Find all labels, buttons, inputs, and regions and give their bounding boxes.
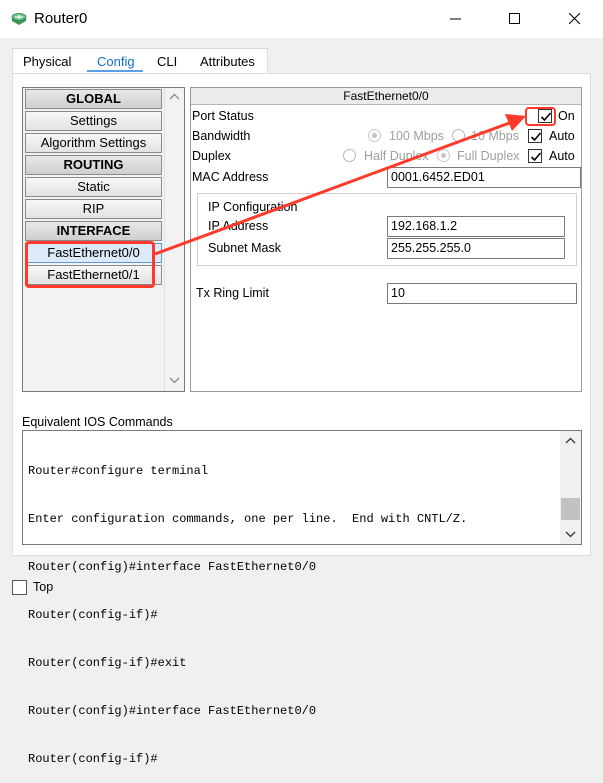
mac-address-label: MAC Address (192, 170, 269, 184)
active-tab-indicator (87, 70, 143, 72)
maximize-button[interactable] (492, 0, 538, 38)
ip-address-label: IP Address (208, 219, 269, 233)
close-button[interactable] (552, 0, 598, 38)
ip-address-field[interactable]: 192.168.1.2 (387, 216, 565, 237)
tab-attributes[interactable]: Attributes (200, 54, 255, 69)
top-label: Top (33, 580, 54, 594)
window-title: Router0 (34, 10, 88, 27)
top-checkbox[interactable] (12, 580, 27, 595)
ios-scroll-thumb[interactable] (561, 498, 580, 520)
nav-item-rip[interactable]: RIP (25, 199, 162, 219)
ios-commands-text: Router#configure terminal Enter configur… (28, 431, 467, 783)
duplex-half-label: Half Duplex (364, 149, 429, 163)
nav-item-settings[interactable]: Settings (25, 111, 162, 131)
scroll-down-icon[interactable] (169, 377, 180, 384)
close-icon (569, 13, 581, 25)
router-icon (9, 9, 29, 29)
scroll-down-icon[interactable] (565, 531, 576, 538)
ios-line: Router(config-if)#exit (28, 656, 187, 670)
nav-item-algorithm-settings[interactable]: Algorithm Settings (25, 133, 162, 153)
bandwidth-10-label: 10 Mbps (471, 129, 519, 143)
duplex-full-radio[interactable] (437, 149, 450, 162)
checkmark-icon (530, 132, 542, 142)
ios-scrollbar[interactable] (560, 431, 581, 544)
ios-line: Router#configure terminal (28, 464, 209, 478)
bandwidth-auto-checkbox[interactable] (528, 129, 542, 143)
duplex-auto-checkbox[interactable] (528, 149, 542, 163)
subnet-mask-label: Subnet Mask (208, 241, 281, 255)
ios-line: Enter configuration commands, one per li… (28, 512, 468, 526)
bandwidth-auto-label: Auto (549, 129, 575, 143)
ios-line: Router(config)#interface FastEthernet0/0 (28, 560, 317, 574)
ip-configuration-label: IP Configuration (208, 200, 298, 214)
tab-physical[interactable]: Physical (23, 54, 71, 69)
port-status-label: Port Status (192, 109, 254, 123)
bandwidth-100-radio[interactable] (368, 129, 381, 142)
ios-line: Router(config-if)# (28, 752, 158, 766)
interface-title: FastEthernet0/0 (191, 88, 581, 105)
minimize-button[interactable] (433, 0, 479, 38)
minimize-icon (450, 18, 461, 20)
annotation-highlight-box (25, 241, 155, 288)
scroll-up-icon[interactable] (565, 437, 576, 444)
ios-line: Router(config)#interface FastEthernet0/0 (28, 704, 317, 718)
bandwidth-100-label: 100 Mbps (389, 129, 444, 143)
nav-header-global: GLOBAL (25, 89, 162, 109)
tab-cli[interactable]: CLI (157, 54, 177, 69)
mac-address-field[interactable]: 0001.6452.ED01 (387, 167, 581, 188)
scroll-up-icon[interactable] (169, 93, 180, 100)
ios-line: Router(config-if)# (28, 608, 158, 622)
duplex-label: Duplex (192, 149, 231, 163)
subnet-mask-field[interactable]: 255.255.255.0 (387, 238, 565, 259)
annotation-highlight-box-small (525, 107, 556, 126)
duplex-full-label: Full Duplex (457, 149, 520, 163)
bandwidth-label: Bandwidth (192, 129, 251, 143)
bandwidth-10-radio[interactable] (452, 129, 465, 142)
port-status-on-label: On (558, 109, 575, 123)
nav-scrollbar[interactable] (164, 88, 184, 391)
nav-item-static[interactable]: Static (25, 177, 162, 197)
checkmark-icon (530, 152, 542, 162)
duplex-auto-label: Auto (549, 149, 575, 163)
tx-ring-limit-label: Tx Ring Limit (196, 286, 269, 300)
tx-ring-limit-field[interactable]: 10 (387, 283, 577, 304)
nav-header-routing: ROUTING (25, 155, 162, 175)
nav-header-interface: INTERFACE (25, 221, 162, 241)
duplex-half-radio[interactable] (343, 149, 356, 162)
tab-config[interactable]: Config (97, 54, 135, 69)
ios-commands-label: Equivalent IOS Commands (22, 415, 173, 429)
maximize-icon (509, 13, 520, 24)
